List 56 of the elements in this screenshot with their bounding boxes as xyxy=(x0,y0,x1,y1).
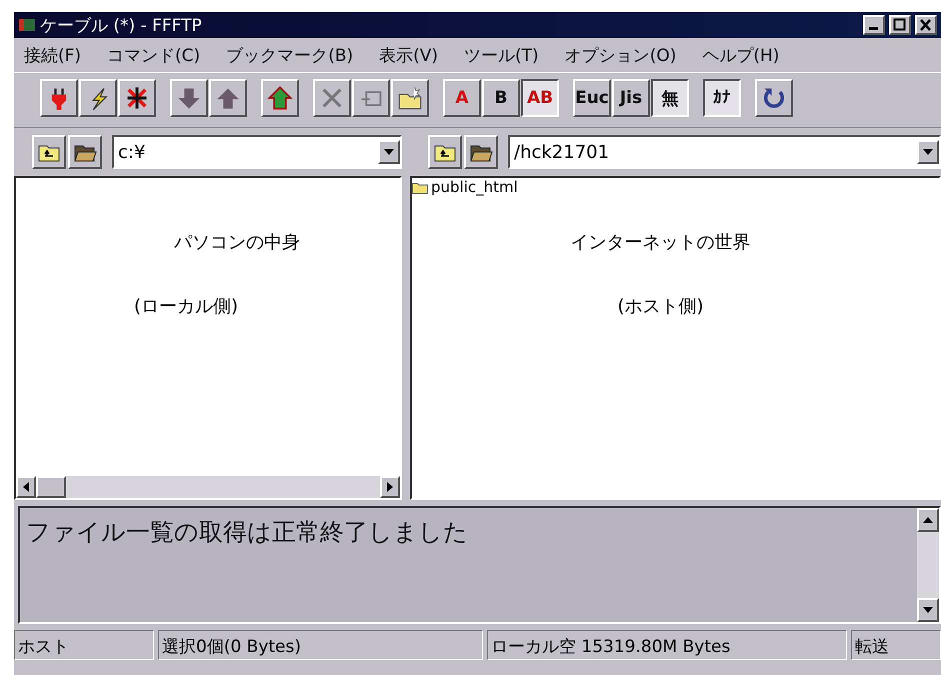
toolbar-button[interactable] xyxy=(79,79,117,117)
path-combo-box[interactable]: c:¥ xyxy=(112,135,402,169)
annotation: (ホスト側) xyxy=(617,295,704,318)
annotation: パソコンの中身 xyxy=(173,231,301,254)
annotation: インターネットの世界 xyxy=(570,231,750,254)
status-cell: ホスト xyxy=(14,630,154,660)
menu-item[interactable]: ヘルプ(H) xyxy=(702,44,780,66)
new-folder-icon xyxy=(397,85,423,111)
log-message: ファイル一覧の取得は正常終了しました xyxy=(25,517,469,548)
menu-item[interactable]: オプション(O) xyxy=(564,44,676,66)
menu-item[interactable]: 表示(V) xyxy=(379,44,438,66)
mode-button[interactable]: ｶﾅ xyxy=(703,79,741,117)
toolbar-button[interactable] xyxy=(313,79,351,117)
status-cell: ローカル空 15319.80M Bytes xyxy=(487,630,847,660)
vertical-scrollbar[interactable] xyxy=(917,508,939,622)
path-combo-box[interactable]: /hck21701 xyxy=(508,135,941,169)
dropdown-arrow-icon xyxy=(384,149,394,155)
scroll-thumb[interactable] xyxy=(36,476,66,498)
status-cell: 転送 xyxy=(851,630,941,660)
right-arrow-icon xyxy=(387,482,393,492)
close-icon[interactable] xyxy=(915,15,937,35)
house-arrow-icon xyxy=(267,85,293,111)
toolbar-button[interactable] xyxy=(118,79,156,117)
parent-folder-button[interactable] xyxy=(428,135,462,169)
down-arrow-icon xyxy=(923,607,933,613)
maximize-icon[interactable] xyxy=(889,15,911,35)
toolbar-button[interactable] xyxy=(352,79,390,117)
up-arrow-icon xyxy=(923,517,933,523)
horizontal-scrollbar[interactable] xyxy=(16,476,400,498)
annotation: (ローカル側) xyxy=(133,295,240,318)
menu-item[interactable]: コマンド(C) xyxy=(107,44,200,66)
toolbar-button[interactable] xyxy=(391,79,429,117)
mode-button[interactable]: AB xyxy=(521,79,559,117)
status-cell: 選択0個(0 Bytes) xyxy=(158,630,483,660)
open-folder-button[interactable] xyxy=(464,135,498,169)
toolbar-button[interactable] xyxy=(170,79,208,117)
open-folder-button[interactable] xyxy=(68,135,102,169)
toolbar-button[interactable] xyxy=(755,79,793,117)
menu-item[interactable]: ブックマーク(B) xyxy=(226,44,354,66)
menu-item[interactable]: 接続(F) xyxy=(24,44,82,66)
mode-button[interactable]: Jis xyxy=(612,79,650,117)
toolbar-button[interactable] xyxy=(209,79,247,117)
minimize-icon[interactable] xyxy=(863,15,885,35)
file-row[interactable]: public_html xyxy=(412,178,939,196)
dropdown-arrow-icon xyxy=(923,149,933,155)
mode-button[interactable]: 無 xyxy=(651,79,689,117)
mode-button[interactable]: B xyxy=(482,79,520,117)
window-title: ケーブル (*) - FFFTP xyxy=(40,14,203,36)
app-icon xyxy=(18,17,36,33)
toolbar-button[interactable] xyxy=(261,79,299,117)
left-arrow-icon xyxy=(23,482,29,492)
mode-button[interactable]: Euc xyxy=(573,79,611,117)
folder-icon xyxy=(412,180,428,194)
menu-item[interactable]: ツール(T) xyxy=(464,44,539,66)
parent-folder-button[interactable] xyxy=(32,135,66,169)
toolbar-button[interactable] xyxy=(40,79,78,117)
